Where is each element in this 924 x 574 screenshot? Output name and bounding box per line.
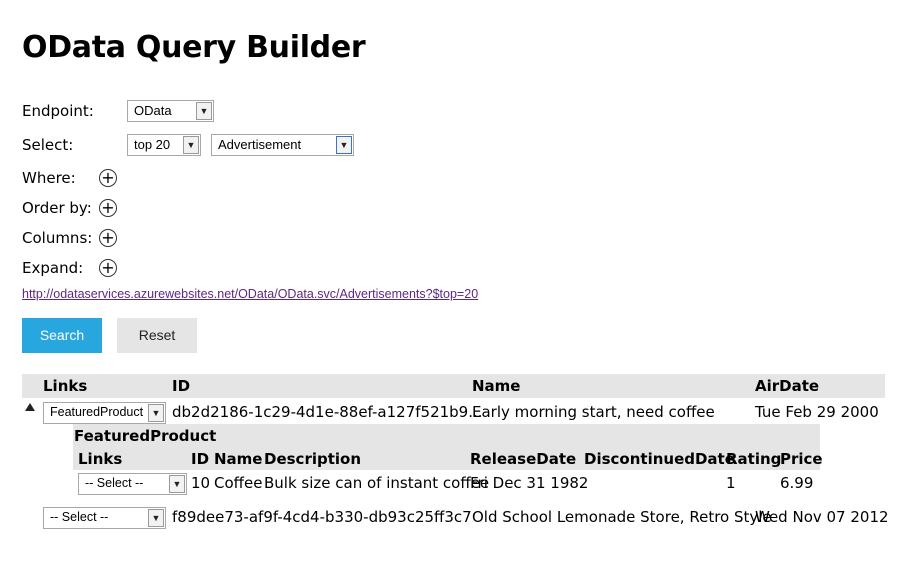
chevron-down-icon: ▼: [148, 404, 164, 422]
row1-airdate: Tue Feb 29 2000: [755, 403, 879, 421]
columns-label: Columns:: [22, 229, 93, 247]
chevron-down-icon: ▼: [183, 136, 199, 154]
col-links: Links: [43, 377, 88, 395]
search-button[interactable]: Search: [22, 318, 102, 353]
where-label: Where:: [22, 169, 76, 187]
nested-row-rating: 1: [726, 474, 736, 492]
row1-id: db2d2186-1c29-4d1e-88ef-a127f521b9...: [172, 403, 483, 421]
nested-row-name: Coffee: [214, 474, 263, 492]
row2-links-value: -- Select --: [50, 510, 109, 524]
add-expand-icon[interactable]: +: [99, 259, 117, 277]
nested-col-id: ID: [191, 450, 210, 468]
nested-col-discontinueddate: DiscontinuedDate: [584, 450, 735, 468]
add-where-icon[interactable]: +: [99, 169, 117, 187]
collapse-row-icon[interactable]: [25, 403, 35, 411]
add-orderby-icon[interactable]: +: [99, 199, 117, 217]
reset-button[interactable]: Reset: [117, 318, 197, 353]
entity-select-value: Advertisement: [218, 137, 302, 152]
nested-col-name: Name: [214, 450, 263, 468]
col-airdate: AirDate: [755, 377, 820, 395]
chevron-down-icon: ▼: [336, 136, 352, 154]
chevron-down-icon: ▼: [169, 475, 185, 493]
row1-links-select[interactable]: FeaturedProduct ▼: [43, 402, 166, 424]
endpoint-select[interactable]: OData ▼: [127, 100, 214, 122]
row2-name: Old School Lemonade Store, Retro Style: [472, 508, 772, 526]
nested-title: FeaturedProduct: [74, 427, 217, 445]
nested-col-rating: Rating: [726, 450, 782, 468]
nested-col-price: Price: [780, 450, 823, 468]
expand-label: Expand:: [22, 259, 84, 277]
nested-col-links: Links: [78, 450, 123, 468]
nested-col-description: Description: [264, 450, 362, 468]
add-column-icon[interactable]: +: [99, 229, 117, 247]
row1-links-value: FeaturedProduct: [50, 405, 144, 419]
endpoint-label: Endpoint:: [22, 102, 94, 120]
entity-select[interactable]: Advertisement ▼: [211, 134, 354, 156]
chevron-down-icon: ▼: [196, 102, 212, 120]
nested-row-releasedate: Fri Dec 31 1982: [470, 474, 589, 492]
row2-id: f89dee73-af9f-4cd4-b330-db93c25ff3c7: [172, 508, 472, 526]
endpoint-select-value: OData: [134, 103, 172, 118]
nested-row-description: Bulk size can of instant coffee: [264, 474, 490, 492]
nested-row-id: 10: [191, 474, 211, 492]
nested-links-value: -- Select --: [85, 476, 144, 490]
col-name: Name: [472, 377, 521, 395]
nested-col-releasedate: ReleaseDate: [470, 450, 577, 468]
row2-airdate: Wed Nov 07 2012: [755, 508, 889, 526]
row1-name: Early morning start, need coffee: [472, 403, 715, 421]
orderby-label: Order by:: [22, 199, 92, 217]
col-id: ID: [172, 377, 191, 395]
nested-links-select[interactable]: -- Select -- ▼: [78, 473, 187, 495]
select-label: Select:: [22, 136, 74, 154]
chevron-down-icon: ▼: [148, 509, 164, 527]
row2-links-select[interactable]: -- Select -- ▼: [43, 507, 166, 529]
top-select-value: top 20: [134, 137, 171, 152]
page-title: OData Query Builder: [22, 30, 366, 65]
top-select[interactable]: top 20 ▼: [127, 134, 201, 156]
nested-row-price: 6.99: [780, 474, 814, 492]
query-url-link[interactable]: http://odataservices.azurewebsites.net/O…: [22, 287, 478, 301]
